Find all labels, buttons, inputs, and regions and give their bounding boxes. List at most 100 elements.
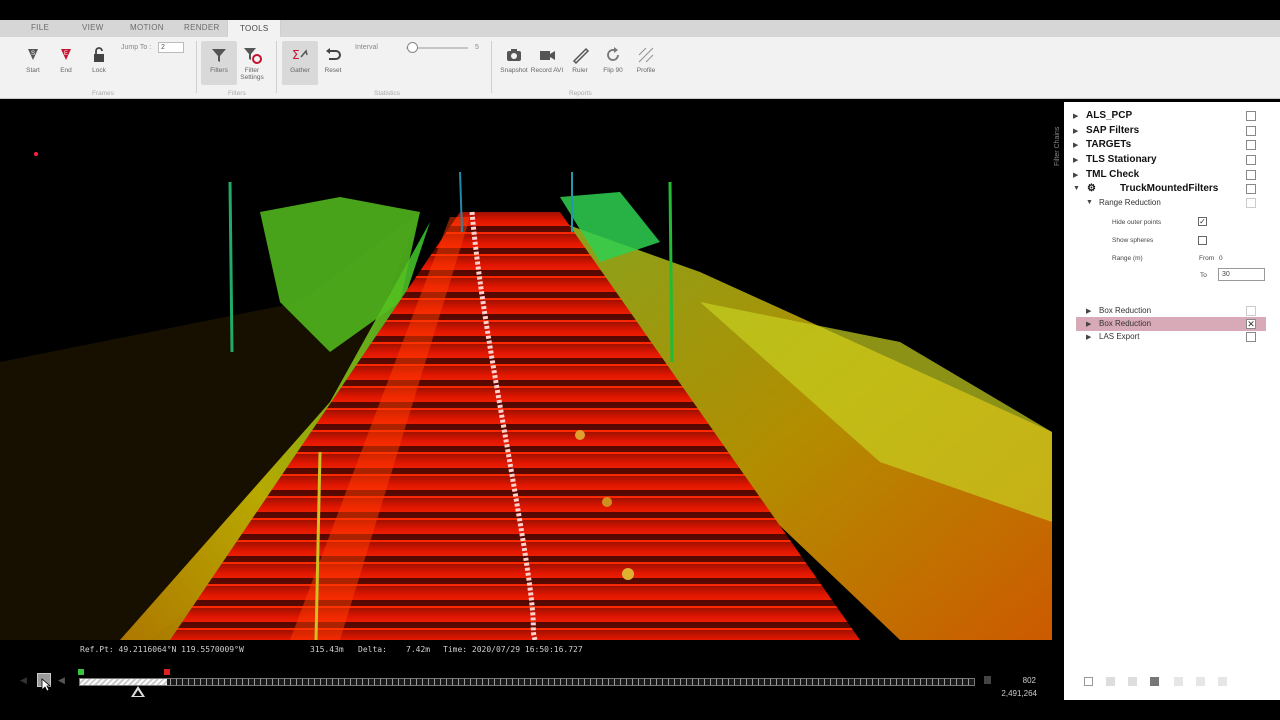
- end-button[interactable]: E End: [48, 41, 84, 85]
- panel-footer-toolbar: [1084, 677, 1234, 689]
- filter-row-range-reduction[interactable]: ▼ Range Reduction: [1064, 196, 1280, 210]
- filter-chains-side-tab[interactable]: Filter Chains: [1053, 102, 1063, 182]
- up-icon[interactable]: [1174, 677, 1183, 686]
- tab-motion[interactable]: MOTION: [130, 23, 164, 32]
- step-back-icon[interactable]: ◀: [58, 675, 65, 686]
- lock-icon: [94, 47, 104, 62]
- filter-row-box-reduction[interactable]: ▶ Box Reduction: [1064, 304, 1280, 318]
- filter-label: Box Reduction: [1099, 306, 1152, 315]
- chain-row-als-pcp[interactable]: ▶ ALS_PCP: [1064, 109, 1280, 123]
- filter-checkbox[interactable]: [1246, 306, 1256, 316]
- profile-button[interactable]: Profile: [628, 41, 664, 85]
- start-button[interactable]: S Start: [15, 41, 51, 85]
- skip-back-icon[interactable]: ◀: [20, 675, 27, 686]
- paste-icon[interactable]: [1128, 677, 1137, 686]
- expand-arrow-icon[interactable]: ▶: [1073, 156, 1078, 164]
- expand-arrow-icon[interactable]: ▶: [1086, 307, 1091, 315]
- ruler-button[interactable]: Ruler: [562, 41, 598, 85]
- svg-text:E: E: [64, 51, 68, 57]
- svg-text:Σ: Σ: [292, 48, 300, 62]
- gather-label: Gather: [290, 67, 310, 74]
- filter-settings-button[interactable]: Filter Settings: [234, 41, 270, 85]
- filter-checkbox[interactable]: [1246, 198, 1256, 208]
- jump-to-input[interactable]: [158, 42, 184, 53]
- collapse-arrow-icon[interactable]: ▼: [1073, 185, 1080, 192]
- filters-button[interactable]: Filters: [201, 41, 237, 85]
- menu-bar: FILE VIEW MOTION RENDER TOOLS: [0, 20, 1280, 37]
- ruler-icon: [572, 47, 590, 65]
- interval-slider-knob[interactable]: [407, 42, 418, 53]
- ribbon-separator: [491, 41, 492, 93]
- ribbon-separator: [196, 41, 197, 93]
- expand-arrow-icon[interactable]: ▶: [1073, 141, 1078, 149]
- video-camera-icon: [540, 51, 555, 60]
- tab-tools[interactable]: TOOLS: [227, 20, 282, 37]
- record-avi-label: Record AVI: [530, 67, 564, 74]
- frame-count-icon: [984, 676, 991, 684]
- tab-render[interactable]: RENDER: [184, 23, 220, 32]
- chain-checkbox[interactable]: [1246, 170, 1256, 180]
- interval-value: 5: [475, 44, 479, 51]
- chain-row-tls-stationary[interactable]: ▶ TLS Stationary: [1064, 153, 1280, 167]
- end-marker-icon[interactable]: [164, 669, 170, 675]
- start-flag-icon: S: [28, 49, 38, 60]
- lock-button[interactable]: Lock: [81, 41, 117, 85]
- flip90-button[interactable]: Flip 90: [595, 41, 631, 85]
- chain-checkbox[interactable]: [1246, 126, 1256, 136]
- reports-group-label: Reports: [569, 90, 592, 97]
- point-count: 2,491,264: [1001, 689, 1037, 698]
- end-flag-icon: E: [61, 49, 71, 60]
- reference-point-readout: Ref.Pt: 49.2116064°N 119.5570009°W: [80, 645, 244, 654]
- collapse-arrow-icon[interactable]: ▼: [1086, 199, 1093, 206]
- filter-settings-icon: [244, 48, 262, 64]
- expand-arrow-icon[interactable]: ▶: [1073, 127, 1078, 135]
- frames-group-label: Frames: [92, 90, 115, 97]
- timeline-cursor-inner: [134, 690, 142, 696]
- chain-checkbox[interactable]: [1246, 155, 1256, 165]
- start-marker-icon[interactable]: [78, 669, 84, 675]
- hide-outer-points-checkbox[interactable]: ✓: [1198, 217, 1207, 226]
- down-icon[interactable]: [1196, 677, 1205, 686]
- record-avi-button[interactable]: Record AVI: [529, 41, 565, 85]
- timeline-track[interactable]: [79, 678, 975, 686]
- funnel-icon: [212, 49, 226, 62]
- gather-button[interactable]: Σ Gather: [282, 41, 318, 85]
- filter-row-box-reduction-selected[interactable]: ▶ Box Reduction ✕: [1076, 317, 1266, 331]
- delete-icon[interactable]: [1218, 677, 1227, 686]
- chain-row-truck-mounted-filters[interactable]: ▼ ⚙ TruckMountedFilters: [1064, 182, 1280, 196]
- copy-icon[interactable]: [1106, 677, 1115, 686]
- distance-readout: 315.43m: [310, 645, 344, 654]
- frame-count: 802: [1022, 676, 1036, 685]
- chain-checkbox[interactable]: [1246, 111, 1256, 121]
- show-spheres-checkbox[interactable]: [1198, 236, 1207, 245]
- point-cloud-viewport[interactable]: [0, 102, 1052, 640]
- filter-row-las-export[interactable]: ▶ LAS Export: [1064, 330, 1280, 344]
- interval-label: Interval: [355, 44, 378, 51]
- expand-arrow-icon[interactable]: ▶: [1086, 320, 1091, 328]
- new-chain-icon[interactable]: [1084, 677, 1093, 686]
- tab-view[interactable]: VIEW: [82, 23, 104, 32]
- range-to-input[interactable]: [1218, 268, 1265, 281]
- tab-file[interactable]: FILE: [31, 23, 49, 32]
- chain-row-sap-filters[interactable]: ▶ SAP Filters: [1064, 124, 1280, 138]
- range-from-value[interactable]: 0: [1219, 255, 1223, 262]
- snapshot-label: Snapshot: [500, 67, 528, 74]
- app-window: FILE VIEW MOTION RENDER TOOLS S Start E …: [0, 0, 1280, 720]
- filter-checkbox[interactable]: [1246, 332, 1256, 342]
- expand-arrow-icon[interactable]: ▶: [1073, 112, 1078, 120]
- chain-row-tml-check[interactable]: ▶ TML Check: [1064, 168, 1280, 182]
- jump-to-label: Jump To :: [121, 44, 152, 51]
- filter-chain-panel: ▶ ALS_PCP ▶ SAP Filters ▶ TARGETs ▶ TLS …: [1064, 102, 1280, 700]
- expand-arrow-icon[interactable]: ▶: [1073, 171, 1078, 179]
- stop-icon[interactable]: [1150, 677, 1159, 686]
- chain-row-targets[interactable]: ▶ TARGETs: [1064, 138, 1280, 152]
- reset-button[interactable]: Reset: [315, 41, 351, 85]
- chain-checkbox[interactable]: [1246, 184, 1256, 194]
- expand-arrow-icon[interactable]: ▶: [1086, 333, 1091, 341]
- lock-label: Lock: [92, 67, 106, 74]
- snapshot-button[interactable]: Snapshot: [496, 41, 532, 85]
- timeline-progress: [80, 679, 167, 685]
- chain-checkbox[interactable]: [1246, 140, 1256, 150]
- filter-checkbox-crossed[interactable]: ✕: [1246, 319, 1256, 329]
- filter-label: Box Reduction: [1099, 319, 1152, 328]
